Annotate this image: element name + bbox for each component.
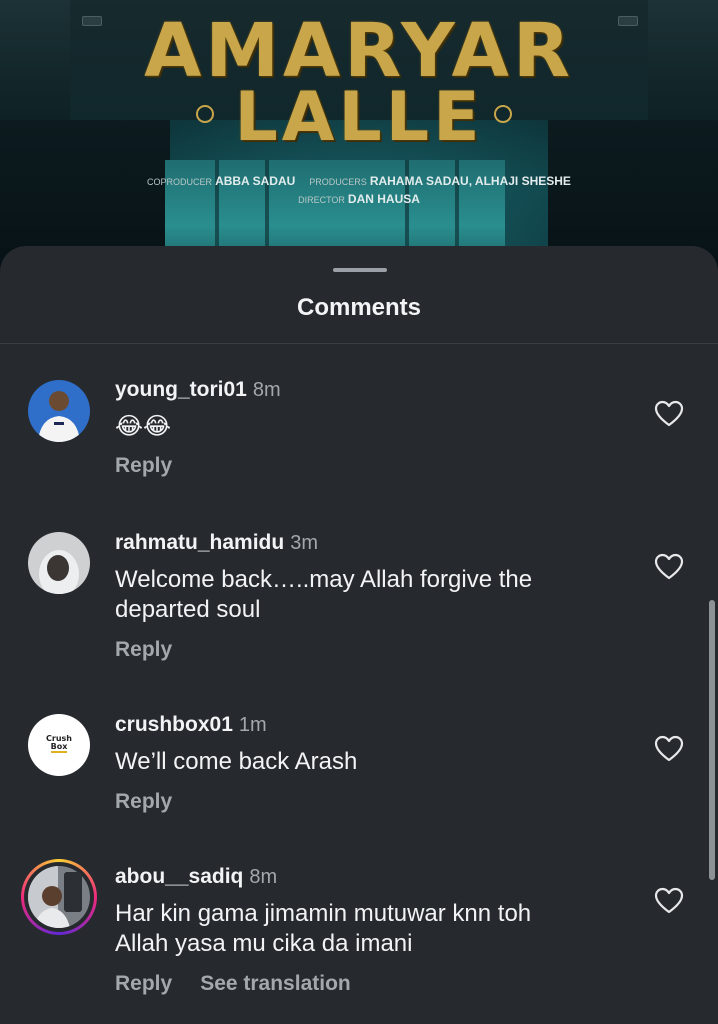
comment-text-line: Welcome back…..may Allah forgive the — [115, 566, 533, 593]
post-poster-image: AMARYAR LALLE COPRODUCER ABBA SADAU PRODUC… — [0, 0, 718, 270]
comment-time: 3m — [290, 532, 318, 554]
comment-meta: young_tori01 8m — [115, 378, 281, 402]
user-avatar-icon — [28, 866, 90, 928]
heart-outline-icon[interactable] — [654, 553, 684, 581]
avatar[interactable]: Crush Box — [28, 714, 90, 776]
producers-label: PRODUCERS — [309, 177, 367, 187]
header-divider — [0, 343, 718, 344]
director-label: DIRECTOR — [298, 195, 345, 205]
comment-meta: crushbox01 1m — [115, 713, 267, 737]
heart-outline-icon[interactable] — [654, 887, 684, 915]
comment-text: We’ll come back Arash — [115, 748, 358, 775]
comments-sheet: Comments young_tori01 8m 😂😂 Reply rahmat… — [0, 246, 718, 1024]
comment-text-line: Allah yasa mu cika da imani — [115, 930, 413, 957]
username[interactable]: rahmatu_hamidu — [115, 531, 284, 554]
comment-actions: Reply — [115, 638, 172, 662]
director-name: DAN HAUSA — [347, 192, 420, 206]
sheet-title: Comments — [296, 294, 422, 321]
reply-button[interactable]: Reply — [115, 972, 172, 995]
crushbox-logo: Crush Box — [28, 735, 90, 753]
comment-text: 😂😂 — [115, 413, 172, 440]
reply-button[interactable]: Reply — [115, 790, 172, 813]
comment-time: 8m — [252, 379, 281, 401]
user-avatar-icon — [28, 380, 90, 442]
user-avatar-icon — [28, 532, 90, 594]
coproducer-name: ABBA SADAU — [215, 174, 296, 188]
username[interactable]: abou__sadiq — [115, 865, 243, 888]
ornament-icon — [196, 105, 214, 123]
producers-names: RAHAMA SADAU, ALHAJI SHESHE — [369, 174, 571, 188]
heart-outline-icon[interactable] — [654, 735, 684, 763]
poster-title-line2: LALLE — [234, 78, 484, 157]
heart-outline-icon[interactable] — [654, 400, 684, 428]
scrollbar[interactable] — [709, 600, 715, 880]
comment-meta: rahmatu_hamidu 3m — [115, 531, 318, 555]
ornament-icon — [494, 105, 512, 123]
avatar[interactable] — [28, 532, 90, 594]
sheet-drag-handle[interactable] — [333, 268, 387, 272]
poster-credits-line2: DIRECTOR DAN HAUSA — [0, 191, 718, 208]
comment-text-line: departed soul — [115, 596, 261, 623]
reply-button[interactable]: Reply — [115, 638, 172, 661]
poster-credits-line1: COPRODUCER ABBA SADAU PRODUCERS RAHAMA SADA… — [0, 173, 718, 190]
avatar[interactable] — [28, 866, 90, 928]
comment-time: 8m — [249, 866, 278, 888]
comment-actions: Reply — [115, 790, 172, 814]
comment-text: Har kin gama jimamin mutuwar knn toh All… — [115, 899, 635, 959]
see-translation-button[interactable]: See translation — [200, 972, 351, 995]
username[interactable]: young_tori01 — [115, 378, 247, 401]
app-screen: AMARYAR LALLE COPRODUCER ABBA SADAU PRODUC… — [0, 0, 718, 1024]
username[interactable]: crushbox01 — [115, 713, 233, 736]
comment-actions: Reply See translation — [115, 972, 351, 996]
comment-text: Welcome back…..may Allah forgive the dep… — [115, 565, 635, 625]
reply-button[interactable]: Reply — [115, 454, 172, 477]
comment-text-line: Har kin gama jimamin mutuwar knn toh — [115, 900, 532, 927]
coproducer-label: COPRODUCER — [147, 177, 213, 187]
comment-actions: Reply — [115, 454, 172, 478]
comment-meta: abou__sadiq 8m — [115, 865, 277, 889]
comment-time: 1m — [238, 714, 267, 736]
avatar[interactable] — [28, 380, 90, 442]
logo-text: Box — [50, 742, 68, 753]
